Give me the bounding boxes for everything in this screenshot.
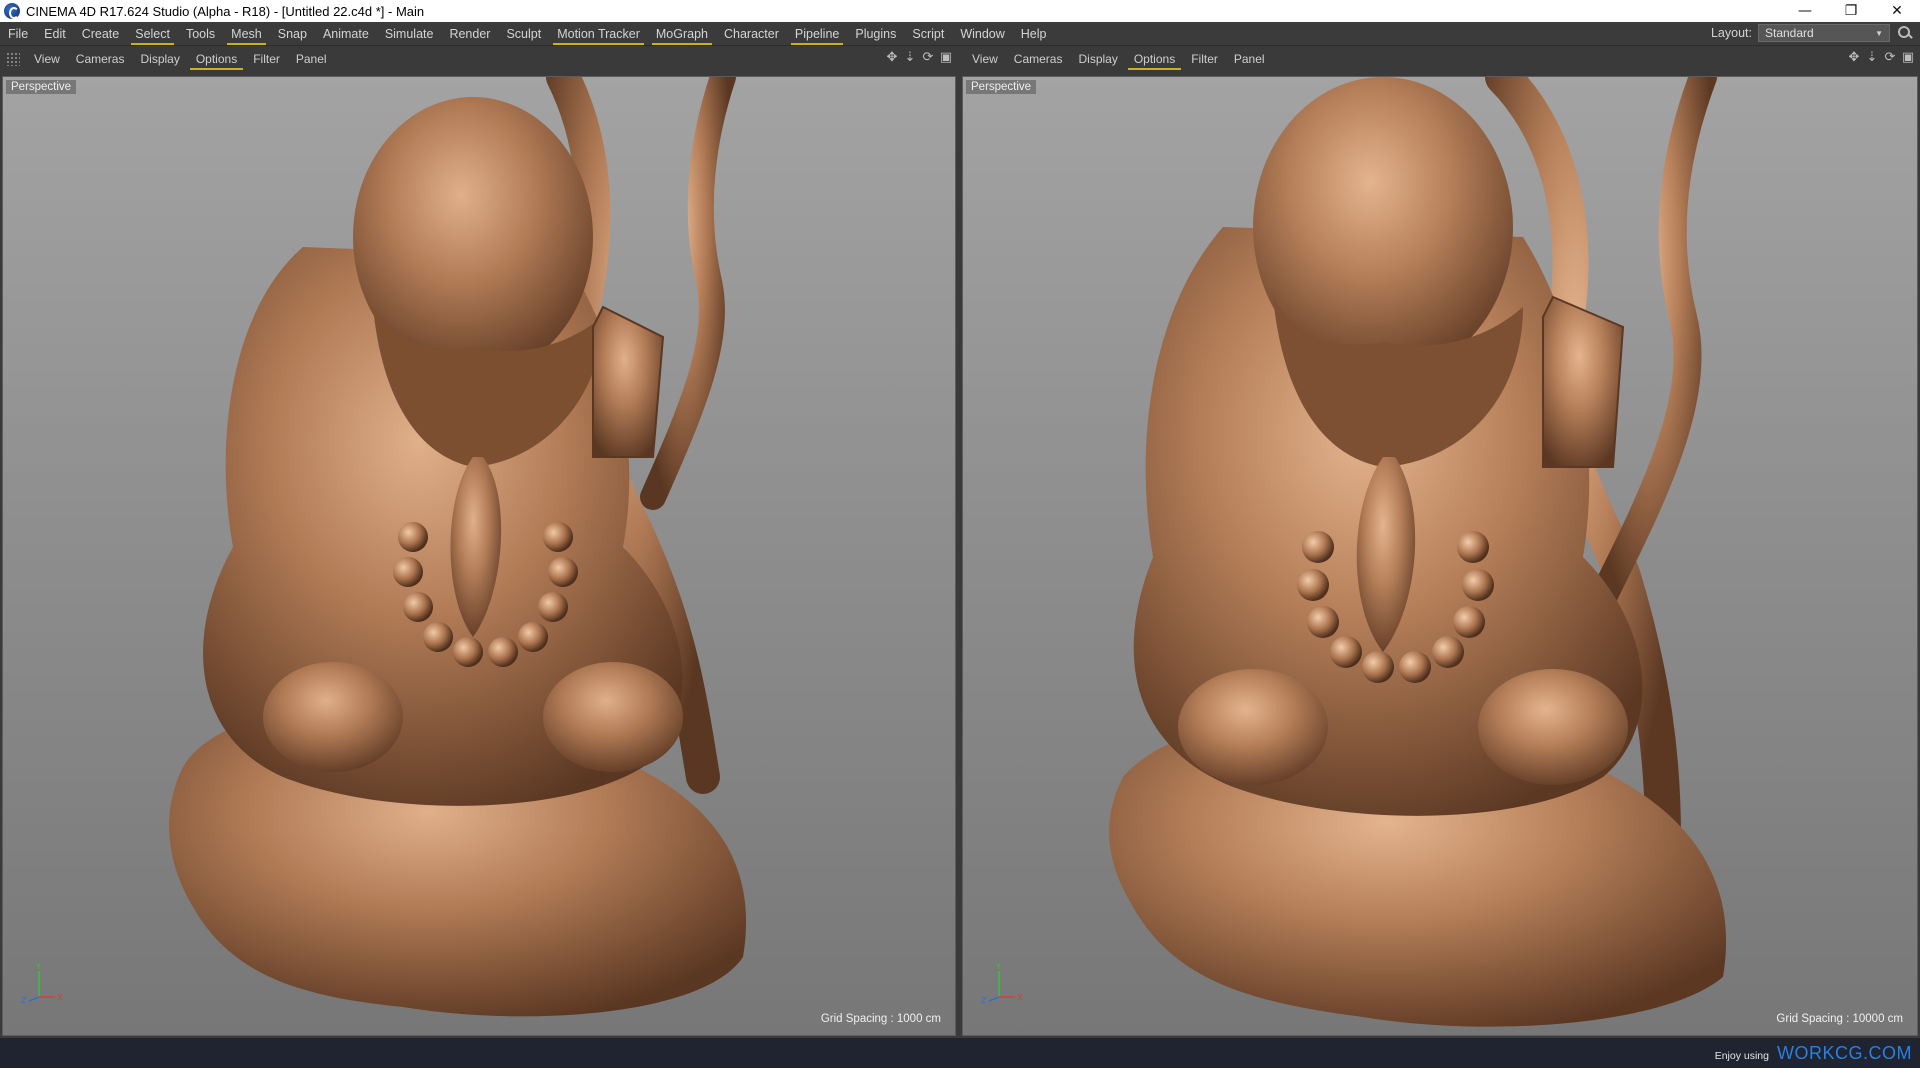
menu-edit[interactable]: Edit [36,23,74,45]
search-icon[interactable] [1896,24,1914,42]
maximize-view-icon[interactable]: ▣ [938,50,954,66]
viewport-menu-cameras[interactable]: Cameras [68,48,133,70]
layout-value: Standard [1765,26,1814,40]
menu-help[interactable]: Help [1013,23,1055,45]
menu-file[interactable]: File [0,23,36,45]
axis-z-label: Z [981,996,987,1005]
menu-snap[interactable]: Snap [270,23,315,45]
viewport-nav-icons: ✥ ⇣ ⟳ ▣ [1846,50,1916,66]
rotate-view-icon[interactable]: ⟳ [1882,50,1898,66]
watermark-small-text: Enjoy using [1714,1050,1769,1062]
camera-label[interactable]: Perspective [966,80,1037,94]
axis-gizmo: Y X Z [981,963,1023,1005]
menu-create[interactable]: Create [74,23,128,45]
watermark: Enjoy using WORKCG.COM [1715,1043,1912,1064]
grid-spacing-label: Grid Spacing : 10000 cm [1776,1013,1903,1025]
grid-spacing-label: Grid Spacing : 1000 cm [820,1013,941,1025]
viewport-menu-panel[interactable]: Panel [1226,48,1273,70]
viewport-menu-options[interactable]: Options [188,48,245,70]
layout-selector-area: Layout: Standard ▼ [1711,24,1914,42]
axis-y-label: Y [995,963,1001,971]
viewport-menu-panel[interactable]: Panel [288,48,335,70]
dharma-statue-render [169,77,747,1017]
viewport-menu-view[interactable]: View [26,48,68,70]
move-view-icon[interactable]: ✥ [884,50,900,66]
move-view-icon[interactable]: ✥ [1846,50,1862,66]
zoom-view-icon[interactable]: ⇣ [902,50,918,66]
menu-animate[interactable]: Animate [315,23,377,45]
viewport-menu-cameras[interactable]: Cameras [1006,48,1071,70]
viewport-menu-display[interactable]: Display [1070,48,1125,70]
viewport-menu-options[interactable]: Options [1126,48,1183,70]
viewport-menu-view[interactable]: View [964,48,1006,70]
layout-label: Layout: [1710,26,1752,40]
menu-script[interactable]: Script [904,23,952,45]
axis-y-label: Y [35,963,41,971]
viewport-canvas[interactable]: Perspective Y X Z Grid Spacing : 1000 cm [2,76,956,1036]
viewport-menu-display[interactable]: Display [132,48,187,70]
viewport-right: View Cameras Display Options Filter Pane… [960,46,1920,1038]
menu-window[interactable]: Window [952,23,1012,45]
viewport-left: View Cameras Display Options Filter Pane… [0,46,958,1038]
zoom-view-icon[interactable]: ⇣ [1864,50,1880,66]
menu-motion-tracker[interactable]: Motion Tracker [549,23,648,45]
camera-label[interactable]: Perspective [6,80,77,94]
main-menubar: File Edit Create Select Tools Mesh Snap … [0,22,1920,46]
menu-pipeline[interactable]: Pipeline [787,23,847,45]
close-button[interactable]: ✕ [1874,0,1920,22]
panel-grip-icon[interactable] [6,52,20,66]
menu-render[interactable]: Render [441,23,498,45]
menu-simulate[interactable]: Simulate [377,23,442,45]
rotate-view-icon[interactable]: ⟳ [920,50,936,66]
axis-gizmo: Y X Z [21,963,63,1005]
viewport-menubar: View Cameras Display Options Filter Pane… [960,46,1920,72]
status-bar: Enjoy using WORKCG.COM [0,1038,1920,1068]
viewport-nav-icons: ✥ ⇣ ⟳ ▣ [884,50,954,66]
menu-character[interactable]: Character [716,23,787,45]
axis-x-label: X [1017,993,1023,1002]
viewport-menubar: View Cameras Display Options Filter Pane… [0,46,958,72]
restore-button[interactable]: ❐ [1828,0,1874,22]
axis-z-label: Z [21,996,27,1005]
cinema4d-logo-icon [4,3,20,19]
window-controls: — ❐ ✕ [1782,0,1920,22]
watermark-site-text: WORKCG.COM [1777,1043,1912,1063]
minimize-button[interactable]: — [1782,0,1828,22]
menu-select[interactable]: Select [127,23,178,45]
menu-mesh[interactable]: Mesh [223,23,270,45]
viewport-menu-filter[interactable]: Filter [245,48,288,70]
menu-tools[interactable]: Tools [178,23,223,45]
dharma-statue-render [1109,77,1727,1027]
title-bar: CINEMA 4D R17.624 Studio (Alpha - R18) -… [0,0,1920,22]
window-title: CINEMA 4D R17.624 Studio (Alpha - R18) -… [26,3,425,19]
axis-x-label: X [57,993,63,1002]
maximize-view-icon[interactable]: ▣ [1900,50,1916,66]
menu-mograph[interactable]: MoGraph [648,23,716,45]
viewport-canvas[interactable]: Perspective Y X Z Grid Spacing : 10000 c… [962,76,1918,1036]
menu-sculpt[interactable]: Sculpt [498,23,549,45]
menu-plugins[interactable]: Plugins [847,23,904,45]
chevron-down-icon: ▼ [1875,28,1883,38]
viewport-menu-filter[interactable]: Filter [1183,48,1226,70]
layout-dropdown[interactable]: Standard ▼ [1758,24,1890,42]
